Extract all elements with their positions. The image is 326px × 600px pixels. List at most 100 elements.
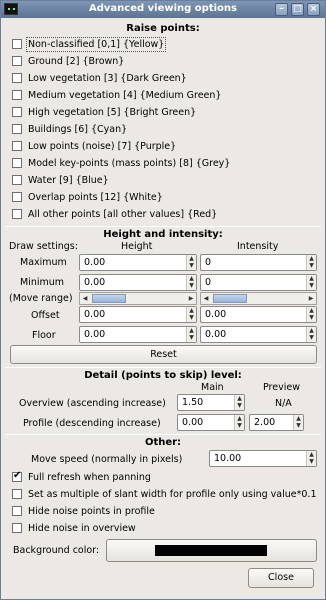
raise-item-label: Buildings [6] {Cyan} [28,123,128,135]
close-icon[interactable]: × [307,3,320,16]
raise-item-label: Overlap points [12] {White} [28,191,163,203]
maximize-icon[interactable]: □ [291,3,304,16]
preview-column-header: Preview [263,382,300,393]
title-bar[interactable]: Advanced viewing options – □ × [1,1,325,18]
spin-down-icon: ▼ [189,282,194,289]
spin-up-icon: ▲ [189,327,194,334]
height-intensity-heading: Height and intensity: [103,229,223,240]
checkbox[interactable] [12,39,22,49]
intensity-column-header: Intensity [237,241,279,252]
option-full-refresh[interactable]: Full refresh when panning [12,470,151,484]
offset-height-spinbox[interactable]: 0.00 ▲ ▼ [79,306,197,323]
spin-down-icon: ▼ [309,314,314,321]
floor-intensity-spinbox[interactable]: 0.00 ▲ ▼ [200,326,317,343]
scroll-left-icon[interactable]: ◀ [201,293,211,304]
raise-item-3[interactable]: Medium vegetation [4] {Medium Green} [12,88,221,102]
spin-down-icon: ▼ [309,262,314,269]
minimize-icon[interactable]: – [275,3,288,16]
overview-preview-value: N/A [275,398,292,409]
spin-down-icon: ▼ [296,422,301,429]
spin-down-icon: ▼ [189,262,194,269]
reset-button[interactable]: Reset [10,345,317,364]
checkbox[interactable] [12,175,22,185]
move-speed-label: Move speed (normally in pixels) [31,454,183,465]
move-speed-spinbox[interactable]: 10.00 ▲ ▼ [209,450,317,467]
raise-item-label: High vegetation [5] {Bright Green} [28,106,197,118]
background-color-button[interactable] [106,539,317,562]
scroll-handle[interactable] [92,294,126,303]
height-range-scrollbar[interactable]: ◀ ▶ [79,292,197,305]
scroll-left-icon[interactable]: ◀ [80,293,90,304]
max-intensity-spinbox[interactable]: 0 ▲ ▼ [200,254,317,271]
divider [5,226,321,227]
profile-preview-spinbox[interactable]: 2.00 ▲ ▼ [249,414,304,431]
advanced-viewing-options-window: Advanced viewing options – □ × Raise poi… [0,0,326,600]
overview-main-spinbox[interactable]: 1.50 ▲ ▼ [177,394,245,411]
spin-down-icon: ▼ [237,402,242,409]
raise-item-label: Ground [2] {Brown} [28,55,125,67]
spin-up-icon: ▲ [189,255,194,262]
spin-up-icon: ▲ [189,275,194,282]
raise-item-1[interactable]: Ground [2] {Brown} [12,54,124,68]
offset-intensity-spinbox[interactable]: 0.00 ▲ ▼ [200,306,317,323]
spin-down-icon: ▼ [189,334,194,341]
checkbox[interactable] [12,73,22,83]
option-label: Hide noise points in profile [28,505,155,517]
checkbox[interactable] [12,90,22,100]
option-hide-noise-profile[interactable]: Hide noise points in profile [12,504,155,518]
checkbox[interactable] [12,209,22,219]
raise-item-6[interactable]: Low points (noise) [7] {Purple} [12,139,176,153]
divider [5,367,321,368]
max-height-spinbox[interactable]: 0.00 ▲ ▼ [79,254,197,271]
min-intensity-spinbox[interactable]: 0 ▲ ▼ [200,274,317,291]
raise-item-0[interactable]: Non-classified [0,1] {Yellow} [12,36,167,52]
floor-height-spinbox[interactable]: 0.00 ▲ ▼ [79,326,197,343]
checkbox[interactable] [12,470,22,482]
intensity-range-scrollbar[interactable]: ◀ ▶ [200,292,317,305]
spin-up-icon: ▲ [296,415,301,422]
checkbox[interactable] [12,523,22,533]
raise-item-label: All other points [all other values] {Red… [28,208,218,220]
detail-heading: Detail (points to skip) level: [84,370,242,381]
raise-item-8[interactable]: Water [9] {Blue} [12,173,109,187]
profile-main-spinbox[interactable]: 0.00 ▲ ▼ [177,414,245,431]
option-hide-noise-overview[interactable]: Hide noise in overview [12,521,136,535]
raise-item-4[interactable]: High vegetation [5] {Bright Green} [12,105,196,119]
height-column-header: Height [121,241,153,252]
scroll-handle[interactable] [213,294,247,303]
raise-item-2[interactable]: Low vegetation [3] {Dark Green} [12,71,187,85]
checkbox[interactable] [12,489,22,499]
raise-item-5[interactable]: Buildings [6] {Cyan} [12,122,127,136]
checkbox[interactable] [12,141,22,151]
option-label: Hide noise in overview [28,522,136,534]
floor-label: Floor [32,330,56,341]
background-color-label: Background color: [13,545,100,556]
move-range-label: (Move range) [9,293,73,304]
raise-item-10[interactable]: All other points [all other values] {Red… [12,207,217,221]
checkbox[interactable] [12,506,22,516]
raise-item-7[interactable]: Model key-points (mass points) [8] {Grey… [12,156,230,170]
scroll-right-icon[interactable]: ▶ [306,293,316,304]
option-label: Full refresh when panning [28,471,151,483]
scroll-right-icon[interactable]: ▶ [186,293,196,304]
spin-up-icon: ▲ [309,307,314,314]
checkbox[interactable] [12,56,22,66]
draw-settings-label: Draw settings: [9,241,78,252]
spin-up-icon: ▲ [309,275,314,282]
raise-item-9[interactable]: Overlap points [12] {White} [12,190,163,204]
option-label: Set as multiple of slant width for profi… [28,488,317,500]
raise-item-label: Water [9] {Blue} [28,174,109,186]
checkbox[interactable] [12,107,22,117]
checkbox[interactable] [12,158,22,168]
spin-down-icon: ▼ [309,282,314,289]
spin-down-icon: ▼ [237,422,242,429]
offset-label: Offset [31,310,60,321]
close-button[interactable]: Close [248,568,314,588]
spin-up-icon: ▲ [309,255,314,262]
other-heading: Other: [144,437,182,448]
option-slant-width[interactable]: Set as multiple of slant width for profi… [12,487,317,501]
checkbox[interactable] [12,124,22,134]
min-height-spinbox[interactable]: 0.00 ▲ ▼ [79,274,197,291]
checkbox[interactable] [12,192,22,202]
minimum-label: Minimum [20,277,65,288]
